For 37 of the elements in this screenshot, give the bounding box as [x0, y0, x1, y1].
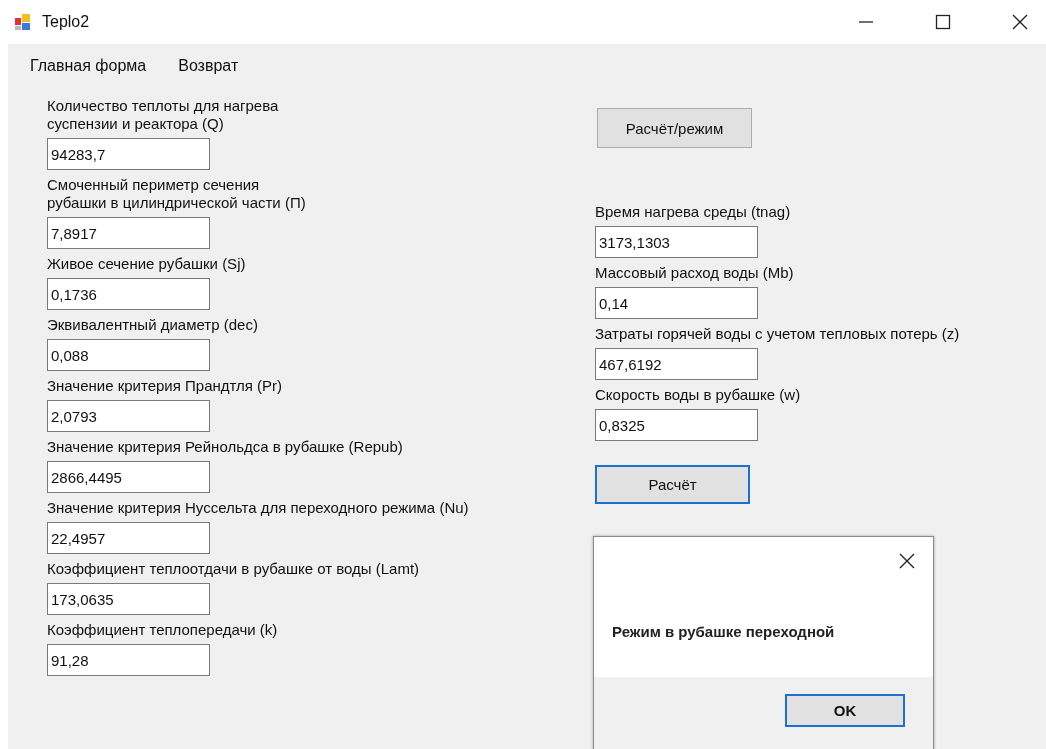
close-icon[interactable]: [899, 553, 915, 569]
text-field[interactable]: 467,6192: [595, 348, 758, 380]
mode-button[interactable]: Расчёт/режим: [597, 108, 752, 148]
text-field[interactable]: 0,1736: [47, 278, 210, 310]
text-field[interactable]: 94283,7: [47, 138, 210, 170]
field-label: Коэффициент теплоотдачи в рубашке от воды (Lamt): [47, 560, 420, 578]
field-label: Эквивалентный диаметр (dec): [47, 316, 258, 334]
dialog-message: Режим в рубашке переходной: [612, 623, 836, 640]
text-field[interactable]: 22,4957: [47, 522, 210, 554]
field-label: Значение критерия Прандтля (Pr): [47, 377, 283, 395]
maximize-icon[interactable]: [935, 14, 951, 30]
ok-button[interactable]: OK: [785, 694, 905, 727]
text-field[interactable]: 7,8917: [47, 217, 210, 249]
field-label: Смоченный периметр сечения рубашки в цилиндрической части (П): [47, 176, 306, 212]
menu-item[interactable]: Возврат: [178, 57, 239, 75]
window-title: Teplo2: [42, 13, 90, 31]
text-field[interactable]: 3173,1303: [595, 226, 758, 258]
calculate-button[interactable]: Расчёт: [595, 465, 750, 504]
field-label: Время нагрева среды (tnag): [595, 203, 791, 221]
text-field[interactable]: 0,088: [47, 339, 210, 371]
close-icon[interactable]: [1012, 14, 1028, 30]
app-icon: [14, 13, 32, 31]
text-field[interactable]: 0,8325: [595, 409, 758, 441]
field-label: Значение критерия Нуссельта для переходного режима (Nu): [47, 499, 469, 517]
field-label: Массовый расход воды (Mb): [595, 264, 794, 282]
menu-item[interactable]: Главная форма: [30, 57, 147, 75]
field-label: Затраты горячей воды с учетом тепловых потерь (z): [595, 325, 960, 343]
text-field[interactable]: 173,0635: [47, 583, 210, 615]
field-label: Коэффициент теплопередачи (k): [47, 621, 278, 639]
field-label: Живое сечение рубашки (Sj): [47, 255, 246, 273]
text-field[interactable]: 2866,4495: [47, 461, 210, 493]
field-label: Значение критерия Рейнольдса в рубашке (Repub): [47, 438, 403, 456]
text-field[interactable]: 0,14: [595, 287, 758, 319]
text-field[interactable]: 91,28: [47, 644, 210, 676]
text-field[interactable]: 2,0793: [47, 400, 210, 432]
field-label: Скорость воды в рубашке (w): [595, 386, 801, 404]
field-label: Количество теплоты для нагрева суспензии и реактора (Q): [47, 97, 279, 133]
